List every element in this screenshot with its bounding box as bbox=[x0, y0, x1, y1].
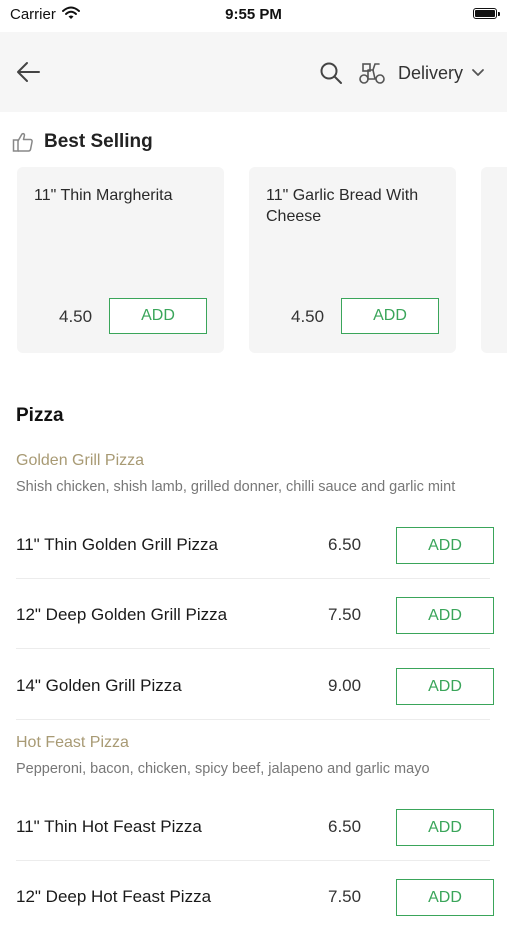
add-button[interactable]: ADD bbox=[396, 527, 494, 564]
add-button[interactable]: ADD bbox=[396, 809, 494, 846]
card-item-price: 4.50 bbox=[291, 307, 325, 326]
menu-item-name: 14" Golden Grill Pizza bbox=[16, 676, 182, 695]
card-item-name: 11" Thin Margherita bbox=[34, 187, 173, 204]
clock: 9:55 PM bbox=[225, 6, 282, 23]
menu-item-row[interactable]: 11" Thin Hot Feast Pizza 6.50 ADD bbox=[16, 792, 494, 862]
battery-icon bbox=[473, 8, 500, 19]
nav-bar: Delivery bbox=[0, 32, 507, 112]
menu-item-row[interactable]: 14" Golden Grill Pizza 9.00 ADD bbox=[16, 651, 494, 721]
divider bbox=[16, 648, 490, 649]
divider bbox=[16, 578, 490, 579]
menu-item-name: 11" Thin Golden Grill Pizza bbox=[16, 535, 218, 554]
best-selling-card-partial[interactable] bbox=[481, 167, 507, 353]
card-item-price: 4.50 bbox=[59, 307, 93, 326]
divider bbox=[16, 719, 490, 720]
add-button[interactable]: ADD bbox=[396, 597, 494, 634]
menu-item-price: 6.50 bbox=[328, 817, 362, 836]
card-item-name: 11" Garlic Bread With Cheese bbox=[266, 187, 419, 225]
status-bar: Carrier 9:55 PM bbox=[0, 0, 507, 30]
add-button[interactable]: ADD bbox=[396, 668, 494, 705]
delivery-selector[interactable]: Delivery bbox=[358, 58, 492, 88]
menu-item-row[interactable]: 12" Deep Hot Feast Pizza 7.50 ADD bbox=[16, 862, 494, 932]
add-button[interactable]: ADD bbox=[396, 879, 494, 916]
menu-item-price: 6.50 bbox=[328, 535, 362, 554]
menu-item-name: 11" Thin Hot Feast Pizza bbox=[16, 817, 202, 836]
menu-item-row[interactable]: 11" Thin Golden Grill Pizza 6.50 ADD bbox=[16, 510, 494, 580]
chevron-down-icon bbox=[472, 69, 484, 76]
menu-group-description: Shish chicken, shish lamb, grilled donne… bbox=[16, 479, 456, 495]
menu-group-name: Golden Grill Pizza bbox=[16, 452, 145, 469]
add-button[interactable]: ADD bbox=[109, 298, 207, 334]
back-arrow-icon[interactable] bbox=[14, 58, 42, 86]
best-selling-card[interactable]: 11" Garlic Bread With Cheese 4.50 ADD bbox=[249, 167, 456, 353]
best-selling-header: Best Selling bbox=[12, 128, 153, 156]
menu-item-price: 7.50 bbox=[328, 605, 362, 624]
menu-item-row[interactable]: 12" Deep Golden Grill Pizza 7.50 ADD bbox=[16, 580, 494, 650]
menu-item-price: 9.00 bbox=[328, 676, 362, 695]
menu-item-price: 7.50 bbox=[328, 887, 362, 906]
menu-item-name: 12" Deep Hot Feast Pizza bbox=[16, 887, 212, 906]
delivery-label: Delivery bbox=[398, 62, 464, 83]
section-title: Pizza bbox=[16, 405, 64, 426]
menu-group-description: Pepperoni, bacon, chicken, spicy beef, j… bbox=[16, 761, 430, 777]
scooter-icon bbox=[359, 63, 385, 84]
divider bbox=[16, 860, 490, 861]
menu-item-name: 12" Deep Golden Grill Pizza bbox=[16, 605, 228, 624]
best-selling-title: Best Selling bbox=[44, 131, 153, 152]
search-icon[interactable] bbox=[319, 61, 343, 85]
best-selling-card[interactable]: 11" Thin Margherita 4.50 ADD bbox=[17, 167, 224, 353]
thumbs-up-icon bbox=[12, 132, 33, 152]
menu-group-name: Hot Feast Pizza bbox=[16, 734, 129, 751]
add-button[interactable]: ADD bbox=[341, 298, 439, 334]
